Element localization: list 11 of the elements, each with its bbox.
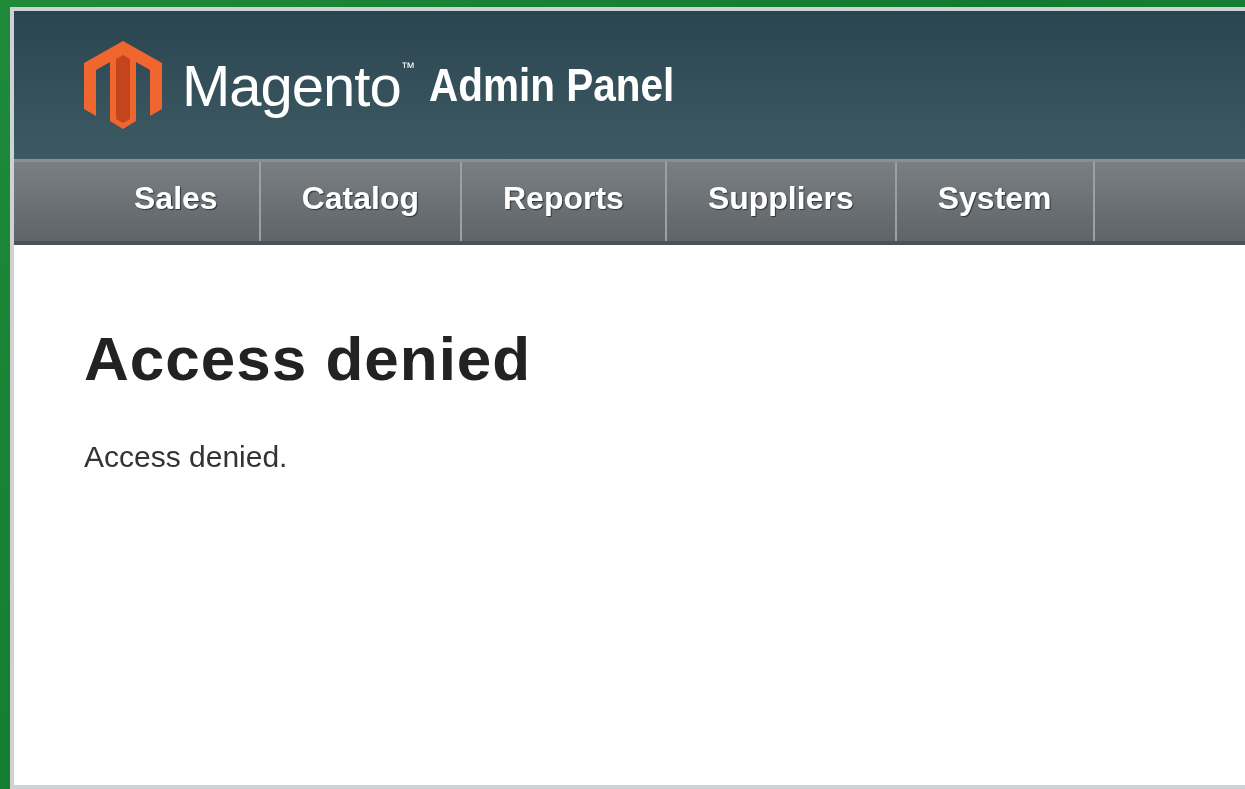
nav-tab[interactable]: Catalog	[260, 162, 462, 241]
trademark-mark: ™	[400, 59, 415, 75]
nav-tab[interactable]: System	[896, 162, 1095, 241]
nav-tab[interactable]: Sales	[93, 162, 261, 241]
logo-icon	[82, 39, 164, 131]
error-message: Access denied.	[84, 440, 289, 474]
nav-tab[interactable]: Suppliers	[666, 162, 897, 241]
logo-text: Magento	[182, 51, 401, 119]
nav-tab[interactable]: Reports	[461, 162, 667, 241]
page-title: Access denied	[84, 323, 533, 394]
panel-title: Admin Panel	[428, 58, 674, 112]
